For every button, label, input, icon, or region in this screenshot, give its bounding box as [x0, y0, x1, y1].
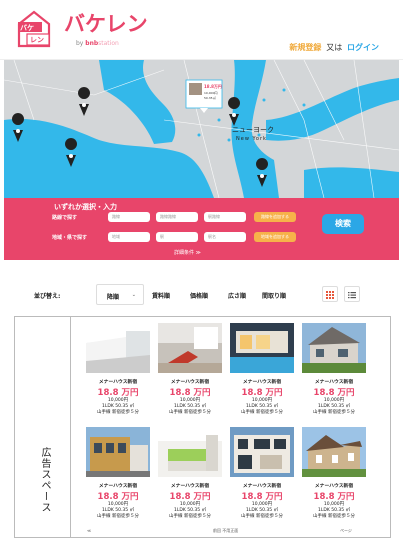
sort-bar: 並び替え: 降順 ⌄ 賃料順 価格順 広さ順 間取り順 [4, 278, 399, 312]
property-photo[interactable] [158, 427, 222, 477]
property-photo[interactable] [86, 427, 150, 477]
add-area-button[interactable]: 地域を追加する [254, 232, 296, 242]
property-name: メナーハウス新宿 [314, 380, 354, 385]
property-card[interactable]: メナーハウス新宿 18.8 万円 10,000円 1LDK 50.35 ㎡ 山手… [83, 323, 153, 416]
map-pin-icon[interactable] [228, 97, 241, 126]
logo-text[interactable]: バケレン [64, 8, 148, 38]
register-link[interactable]: 新規登録 [289, 43, 321, 52]
more-conditions-link[interactable]: 詳細条件 ≫ [174, 249, 201, 256]
property-price: 18.8 万円 [313, 492, 355, 502]
line-field-3[interactable]: 駅路線 [204, 212, 246, 222]
property-photo[interactable] [86, 323, 150, 373]
property-name: メナーハウス新宿 [314, 484, 354, 489]
property-card[interactable]: メナーハウス新宿 18.8 万円 10,000円 1LDK 50.35 ㎡ 山手… [227, 323, 297, 416]
property-price: 18.8 万円 [169, 388, 211, 398]
property-photo[interactable] [302, 427, 366, 477]
search-row-area-label: 地域・県で探す [52, 235, 88, 241]
property-access: 山手線 新宿徒歩５分 [169, 514, 211, 519]
property-access: 山手線 新宿徒歩５分 [169, 410, 211, 415]
property-access: 山手線 新宿徒歩５分 [97, 410, 139, 415]
sort-order-select[interactable]: 降順 ⌄ [96, 284, 144, 305]
logo-house-icon[interactable]: バケ レン [17, 10, 51, 48]
property-access: 山手線 新宿徒歩５分 [313, 410, 355, 415]
property-photo[interactable] [302, 323, 366, 373]
pager-next[interactable]: ページ [340, 528, 352, 534]
search-panel: いずれか選択・入力 路線で探す 路線 路線路線 駅路線 路線を追加する 地域・県… [4, 198, 399, 260]
property-card[interactable]: メナーハウス新宿 18.8 万円 10,000円 1LDK 50.35 ㎡ 山手… [299, 427, 369, 520]
ad-space-label: 広告スペース [39, 447, 50, 513]
area-field-1[interactable]: 地域 [108, 232, 150, 242]
logo-icon-bottom-text: レン [30, 36, 44, 44]
property-price: 18.8 万円 [97, 492, 139, 502]
property-photo[interactable] [230, 427, 294, 477]
property-name: メナーハウス新宿 [242, 484, 282, 489]
add-line-button[interactable]: 路線を追加する [254, 212, 296, 222]
property-access: 山手線 新宿徒歩５分 [241, 410, 283, 415]
ad-space[interactable]: 広告スペース [15, 317, 71, 537]
property-name: メナーハウス新宿 [98, 380, 138, 385]
area-field-2[interactable]: 駅 [156, 232, 198, 242]
property-card[interactable]: メナーハウス新宿 18.8 万円 10,000円 1LDK 50.35 ㎡ 山手… [299, 323, 369, 416]
sort-label: 並び替え: [34, 293, 61, 300]
property-price: 18.8 万円 [241, 388, 283, 398]
property-access: 山手線 新宿徒歩５分 [241, 514, 283, 519]
property-access: 山手線 新宿徒歩５分 [97, 514, 139, 519]
line-field-2[interactable]: 路線路線 [156, 212, 198, 222]
or-text: 又は [326, 43, 343, 52]
area-field-3[interactable]: 駅名 [204, 232, 246, 242]
property-price: 18.8 万円 [313, 388, 355, 398]
map-pin-icon[interactable] [65, 138, 78, 167]
property-card[interactable]: メナーハウス新宿 18.8 万円 10,000円 1LDK 50.35 ㎡ 山手… [155, 427, 225, 520]
property-price: 18.8 万円 [97, 388, 139, 398]
auth-links: 新規登録 又は ログイン [289, 42, 379, 53]
sort-option-layout[interactable]: 間取り順 [262, 291, 286, 300]
property-access: 山手線 新宿徒歩５分 [313, 514, 355, 519]
property-card[interactable]: メナーハウス新宿 18.8 万円 10,000円 1LDK 50.35 ㎡ 山手… [83, 427, 153, 520]
property-name: メナーハウス新宿 [242, 380, 282, 385]
property-price: 18.8 万円 [169, 492, 211, 502]
grid-view-icon[interactable] [322, 286, 338, 302]
site-header: バケ レン バケレン by bnbstation 新規登録 又は ログイン [0, 0, 403, 60]
map-pin-icon[interactable] [78, 87, 91, 116]
sort-option-price[interactable]: 価格順 [190, 291, 208, 300]
sort-option-area[interactable]: 広さ順 [228, 291, 246, 300]
map-pin-icon[interactable] [12, 113, 25, 142]
pager-center[interactable]: 前回 不用正面 [213, 528, 238, 534]
property-photo[interactable] [158, 323, 222, 373]
list-view-icon[interactable] [344, 286, 360, 302]
logo-subtitle: by bnbstation [76, 40, 119, 47]
sort-option-rent[interactable]: 賃料順 [152, 291, 170, 300]
property-name: メナーハウス新宿 [170, 484, 210, 489]
map-pin-icon[interactable] [256, 158, 269, 187]
property-name: メナーハウス新宿 [98, 484, 138, 489]
property-name: メナーハウス新宿 [170, 380, 210, 385]
search-button[interactable]: 検索 [322, 214, 364, 234]
logo-icon-top-text: バケ [20, 24, 34, 32]
listing-panel: 広告スペース メナーハウス新宿 18.8 万円 10,000円 1LDK 50.… [14, 316, 391, 538]
map-view[interactable]: 18.8万円 10,000円 50.35㎡ ニューヨーク New York [4, 60, 399, 198]
pager-prev[interactable]: ≪ [87, 528, 91, 533]
login-link[interactable]: ログイン [347, 43, 379, 52]
search-row-line-label: 路線で探す [52, 215, 78, 221]
property-photo[interactable] [230, 323, 294, 373]
line-field-1[interactable]: 路線 [108, 212, 150, 222]
chevron-down-icon: ⌄ [131, 292, 136, 298]
search-title: いずれか選択・入力 [54, 203, 117, 211]
property-card[interactable]: メナーハウス新宿 18.8 万円 10,000円 1LDK 50.35 ㎡ 山手… [227, 427, 297, 520]
property-card[interactable]: メナーハウス新宿 18.8 万円 10,000円 1LDK 50.35 ㎡ 山手… [155, 323, 225, 416]
property-price: 18.8 万円 [241, 492, 283, 502]
